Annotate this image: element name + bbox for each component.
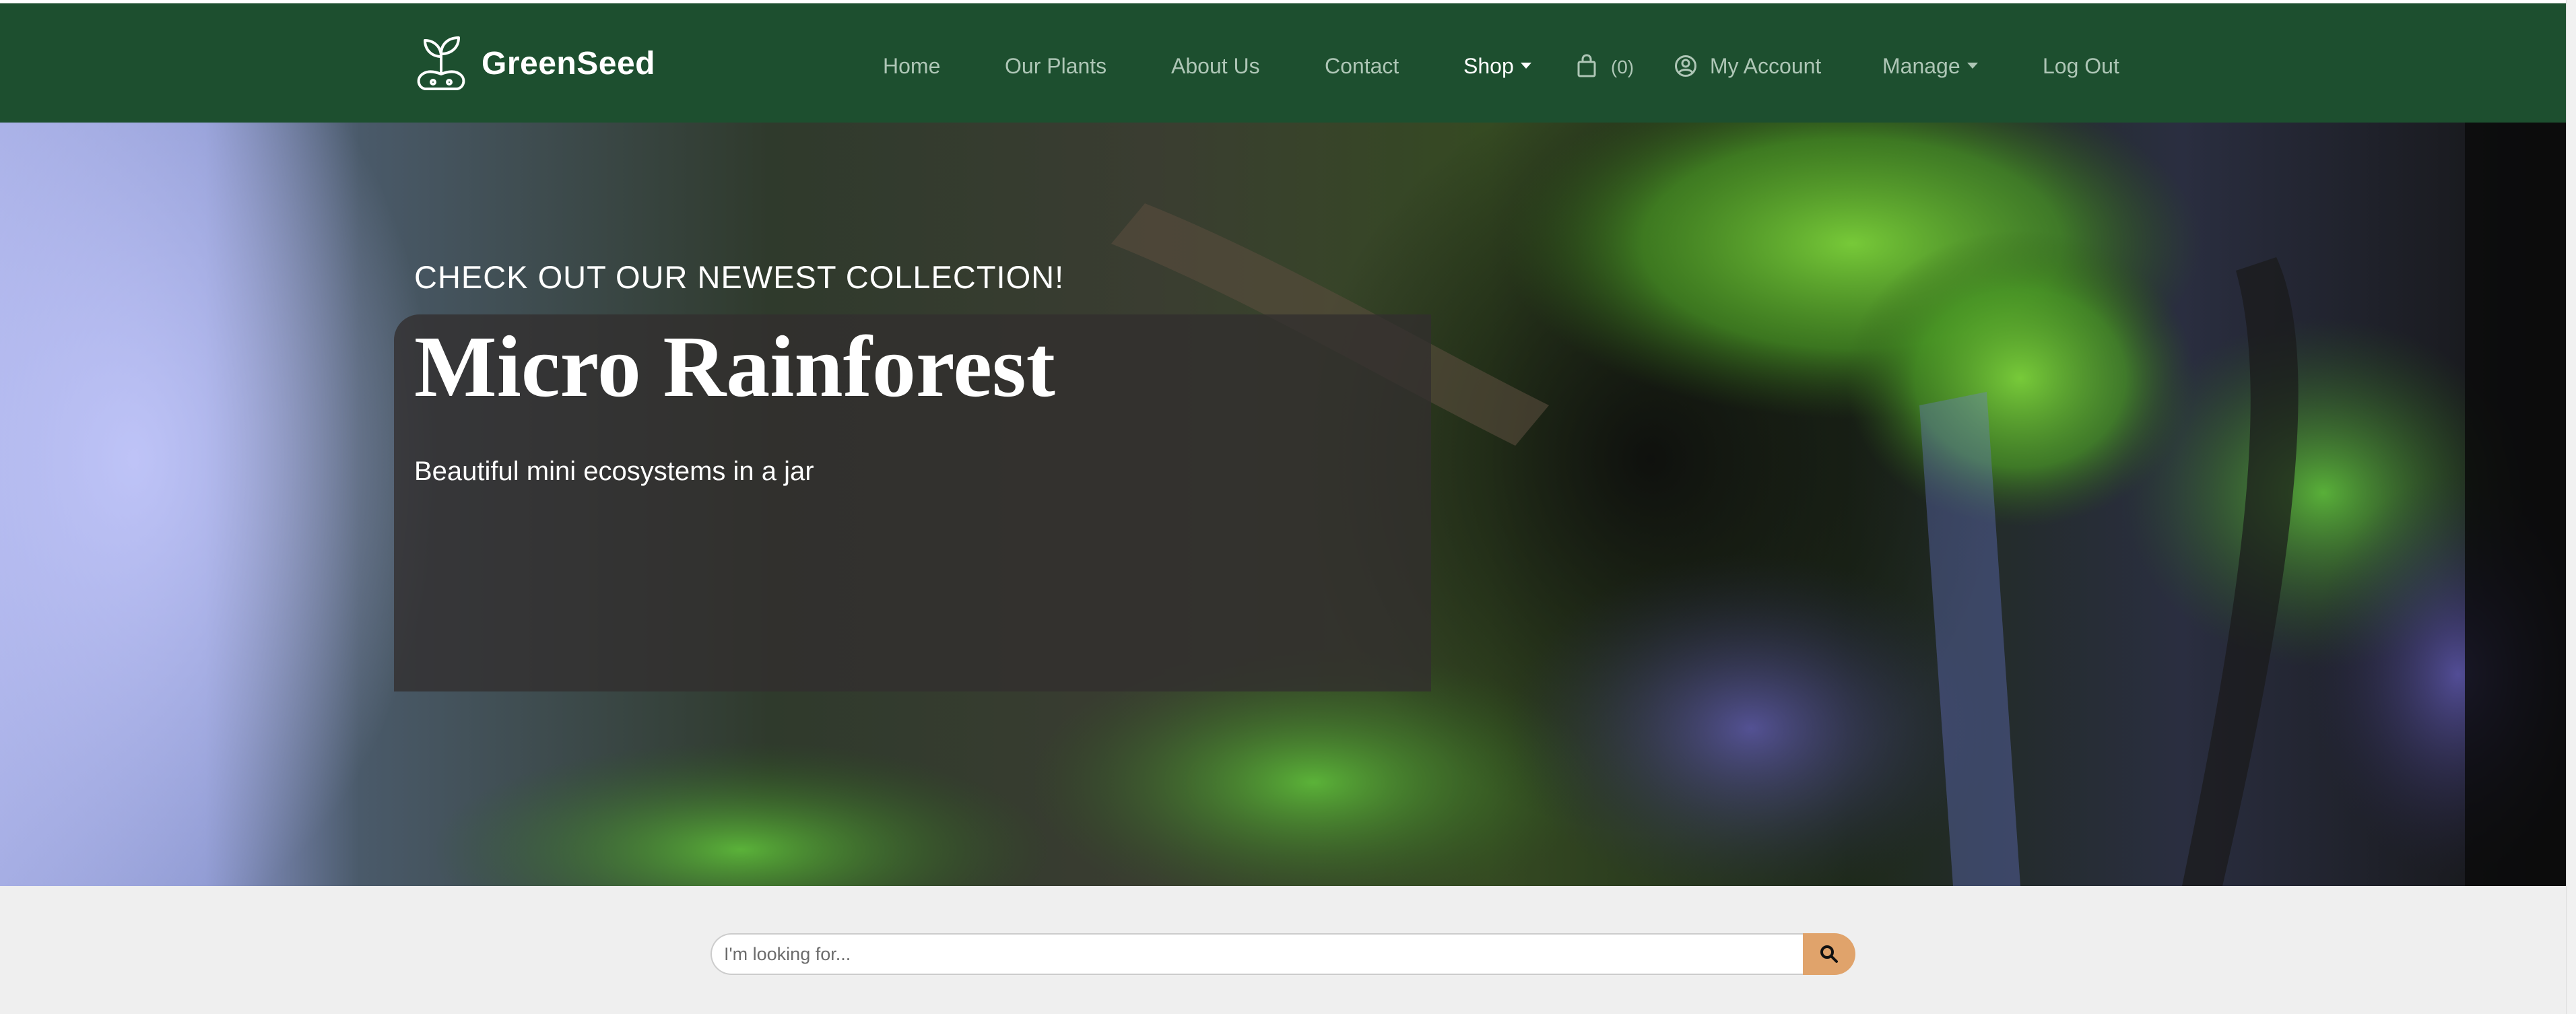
navbar: GreenSeed Home Our Plants About Us Conta…: [0, 3, 2566, 123]
search-button[interactable]: [1803, 933, 1855, 975]
nav-log-out[interactable]: Log Out: [2043, 46, 2119, 86]
hero-banner: [0, 123, 2566, 886]
nav-manage-label: Manage: [1882, 54, 1960, 78]
user-circle-icon: [1675, 55, 1696, 77]
search-form: [711, 933, 1855, 975]
brand-link[interactable]: GreenSeed: [414, 33, 655, 94]
caret-down-icon: [1520, 63, 1531, 69]
hero-title: Micro Rainforest: [414, 318, 1055, 415]
seedling-logo-icon: [417, 36, 465, 90]
search-input[interactable]: [711, 933, 1803, 975]
nav-contact[interactable]: Contact: [1325, 46, 1399, 86]
nav-our-plants[interactable]: Our Plants: [1005, 46, 1107, 86]
hero-subtitle: Beautiful mini ecosystems in a jar: [414, 457, 814, 486]
nav-manage-dropdown[interactable]: Manage: [1882, 46, 1978, 86]
search-icon: [1820, 945, 1838, 963]
nav-my-account-label: My Account: [1709, 54, 1822, 78]
nav-home[interactable]: Home: [883, 46, 940, 86]
page-scrollbar[interactable]: [2566, 0, 2576, 1014]
caret-down-icon: [1967, 63, 1978, 69]
nav-my-account[interactable]: My Account: [1674, 46, 1821, 86]
nav-cart[interactable]: (0): [1577, 46, 1634, 86]
cart-count: (0): [1610, 57, 1634, 77]
brand-name: GreenSeed: [482, 45, 655, 81]
hero-eyebrow: CHECK OUT OUR NEWEST COLLECTION!: [414, 259, 1065, 295]
nav-shop-dropdown[interactable]: Shop: [1463, 46, 1531, 86]
shopping-bag-icon: [1577, 54, 1596, 77]
nav-about-us[interactable]: About Us: [1171, 46, 1260, 86]
nav-shop-label: Shop: [1463, 54, 1514, 78]
